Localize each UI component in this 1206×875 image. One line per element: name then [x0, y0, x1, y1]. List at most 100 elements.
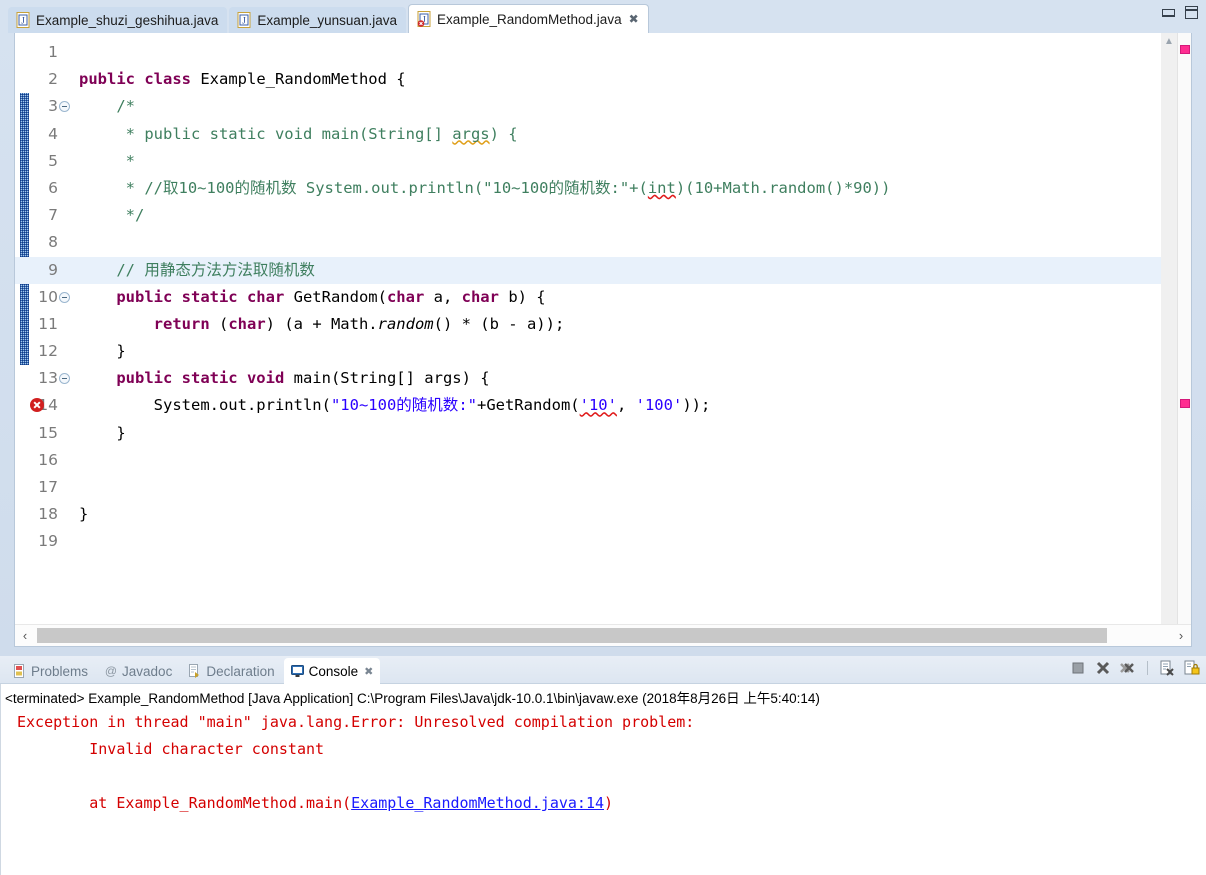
code-line[interactable]: 5 * — [15, 148, 1191, 175]
panel-tab-bar: Problems @ Javadoc Declaration Console ✖ — [0, 656, 1206, 684]
code-line[interactable]: 12 } — [15, 338, 1191, 365]
minimize-icon[interactable] — [1162, 8, 1175, 17]
editor-tab-3[interactable]: J Example_RandomMethod.java ✖ — [407, 4, 649, 33]
line-number: 19 — [38, 532, 58, 551]
code-line[interactable]: 14 System.out.println("10~100的随机数:"+GetR… — [15, 392, 1191, 419]
terminate-button[interactable] — [1070, 660, 1086, 676]
console-text: ) — [604, 794, 614, 812]
console-output[interactable]: Exception in thread "main" java.lang.Err… — [1, 709, 1206, 817]
editor-tab-label: Example_RandomMethod.java — [436, 11, 622, 27]
stack-trace-link[interactable]: Example_RandomMethod.java:14 — [351, 794, 604, 812]
java-file-icon: J — [16, 12, 31, 28]
window-controls — [1162, 6, 1198, 19]
line-number: 16 — [38, 450, 58, 469]
line-number: 13 — [38, 369, 58, 388]
line-number: 12 — [38, 342, 58, 361]
java-file-error-icon: J — [417, 11, 432, 27]
code-line[interactable]: 2 public class Example_RandomMethod { — [15, 66, 1191, 93]
console-text: at Example_RandomMethod.main( — [17, 794, 352, 812]
line-number: 10 — [38, 287, 58, 306]
overview-error-marker[interactable] — [1180, 399, 1190, 408]
panel-tab-label: Problems — [31, 663, 89, 679]
java-file-icon: J — [237, 12, 252, 28]
line-number: 9 — [48, 260, 58, 279]
toolbar-divider — [1147, 661, 1148, 675]
code-line[interactable]: 8 — [15, 229, 1191, 256]
overview-ruler[interactable] — [1177, 33, 1191, 646]
code-text: * public static void main(String[] args)… — [79, 124, 518, 143]
code-text: public static void main(String[] args) { — [79, 369, 490, 388]
editor-tab-1[interactable]: J Example_shuzi_geshihua.java — [8, 7, 228, 33]
fold-collapse-icon[interactable] — [59, 373, 70, 385]
code-text: } — [79, 423, 126, 442]
console-output-line: Invalid character constant — [1, 736, 1206, 763]
overview-error-marker[interactable] — [1180, 45, 1190, 54]
scroll-up-icon[interactable]: ▲ — [1161, 33, 1177, 51]
line-number: 18 — [38, 505, 58, 524]
code-line[interactable]: 10 public static char GetRandom(char a, … — [15, 284, 1191, 311]
clear-console-button[interactable] — [1159, 660, 1175, 676]
console-view[interactable]: <terminated> Example_RandomMethod [Java … — [0, 684, 1206, 875]
code-line[interactable]: 6 * //取10~100的随机数 System.out.println("10… — [15, 175, 1191, 202]
code-text: } — [79, 342, 126, 361]
remove-launch-button[interactable] — [1095, 660, 1111, 676]
editor-vertical-scrollbar[interactable]: ▲ — [1161, 33, 1177, 646]
declaration-icon — [188, 664, 202, 678]
line-number: 15 — [38, 423, 58, 442]
line-number: 7 — [48, 206, 58, 225]
panel-tab-console[interactable]: Console ✖ — [283, 658, 381, 684]
code-line[interactable]: 4 * public static void main(String[] arg… — [15, 121, 1191, 148]
code-lines[interactable]: 1 2 public class Example_RandomMethod {3 /… — [15, 33, 1191, 646]
editor-area: J Example_shuzi_geshihua.java J Example_yun… — [0, 0, 1206, 656]
javadoc-icon: @ — [104, 664, 118, 678]
panel-tab-javadoc[interactable]: @ Javadoc — [97, 659, 179, 683]
code-line[interactable]: 16 — [15, 447, 1191, 474]
code-line[interactable]: 11 return (char) (a + Math.random() * (b… — [15, 311, 1191, 338]
code-line[interactable]: 9 // 用静态方法方法取随机数 — [15, 256, 1191, 284]
code-line[interactable]: 1 — [15, 39, 1191, 66]
panel-tab-declaration[interactable]: Declaration — [181, 659, 281, 683]
maximize-icon[interactable] — [1185, 6, 1198, 19]
svg-text:J: J — [243, 16, 247, 26]
code-line[interactable]: 3 /* — [15, 93, 1191, 120]
problems-icon — [13, 664, 27, 678]
line-number: 4 — [48, 124, 58, 143]
code-text: public static char GetRandom(char a, cha… — [79, 287, 546, 306]
code-text: return (char) (a + Math.random() * (b - … — [79, 314, 565, 333]
console-toolbar — [1070, 660, 1200, 676]
line-number: 17 — [38, 478, 58, 496]
scroll-left-icon[interactable]: ‹ — [15, 625, 35, 646]
code-text: public class Example_RandomMethod { — [79, 70, 406, 89]
editor-horizontal-scrollbar[interactable]: ‹ › — [15, 624, 1191, 646]
bottom-panel: Problems @ Javadoc Declaration Console ✖ — [0, 656, 1206, 875]
hscroll-thumb[interactable] — [37, 628, 1107, 643]
code-line[interactable]: 7 */ — [15, 202, 1191, 229]
console-icon — [290, 664, 305, 678]
editor-tab-2[interactable]: J Example_yunsuan.java — [229, 7, 406, 33]
panel-tab-label: Console — [308, 663, 359, 679]
svg-text:J: J — [21, 16, 25, 26]
line-number: 1 — [48, 43, 58, 61]
line-number: 3 — [48, 97, 58, 116]
editor-tab-label: Example_yunsuan.java — [257, 12, 397, 28]
console-text: Invalid character constant — [17, 740, 325, 758]
fold-collapse-icon[interactable] — [59, 101, 70, 113]
code-line[interactable]: 17 — [15, 474, 1191, 501]
close-icon[interactable]: ✖ — [629, 13, 639, 25]
close-icon[interactable]: ✖ — [364, 665, 373, 678]
code-line[interactable]: 13 public static void main(String[] args… — [15, 365, 1191, 392]
code-line[interactable]: 19 — [15, 528, 1191, 555]
code-line[interactable]: 18} — [15, 501, 1191, 528]
panel-tab-problems[interactable]: Problems — [6, 659, 95, 683]
code-text: System.out.println("10~100的随机数:"+GetRand… — [79, 396, 711, 415]
code-line[interactable]: 15 } — [15, 420, 1191, 447]
scroll-right-icon[interactable]: › — [1171, 625, 1191, 646]
remove-all-terminated-button[interactable] — [1120, 660, 1136, 676]
console-launch-header: <terminated> Example_RandomMethod [Java … — [5, 691, 820, 706]
line-number: 2 — [48, 70, 58, 89]
code-editor[interactable]: 1 2 public class Example_RandomMethod {3 /… — [14, 33, 1192, 647]
fold-collapse-icon[interactable] — [59, 291, 70, 303]
editor-tab-label: Example_shuzi_geshihua.java — [36, 12, 219, 28]
scroll-lock-button[interactable] — [1184, 660, 1200, 676]
